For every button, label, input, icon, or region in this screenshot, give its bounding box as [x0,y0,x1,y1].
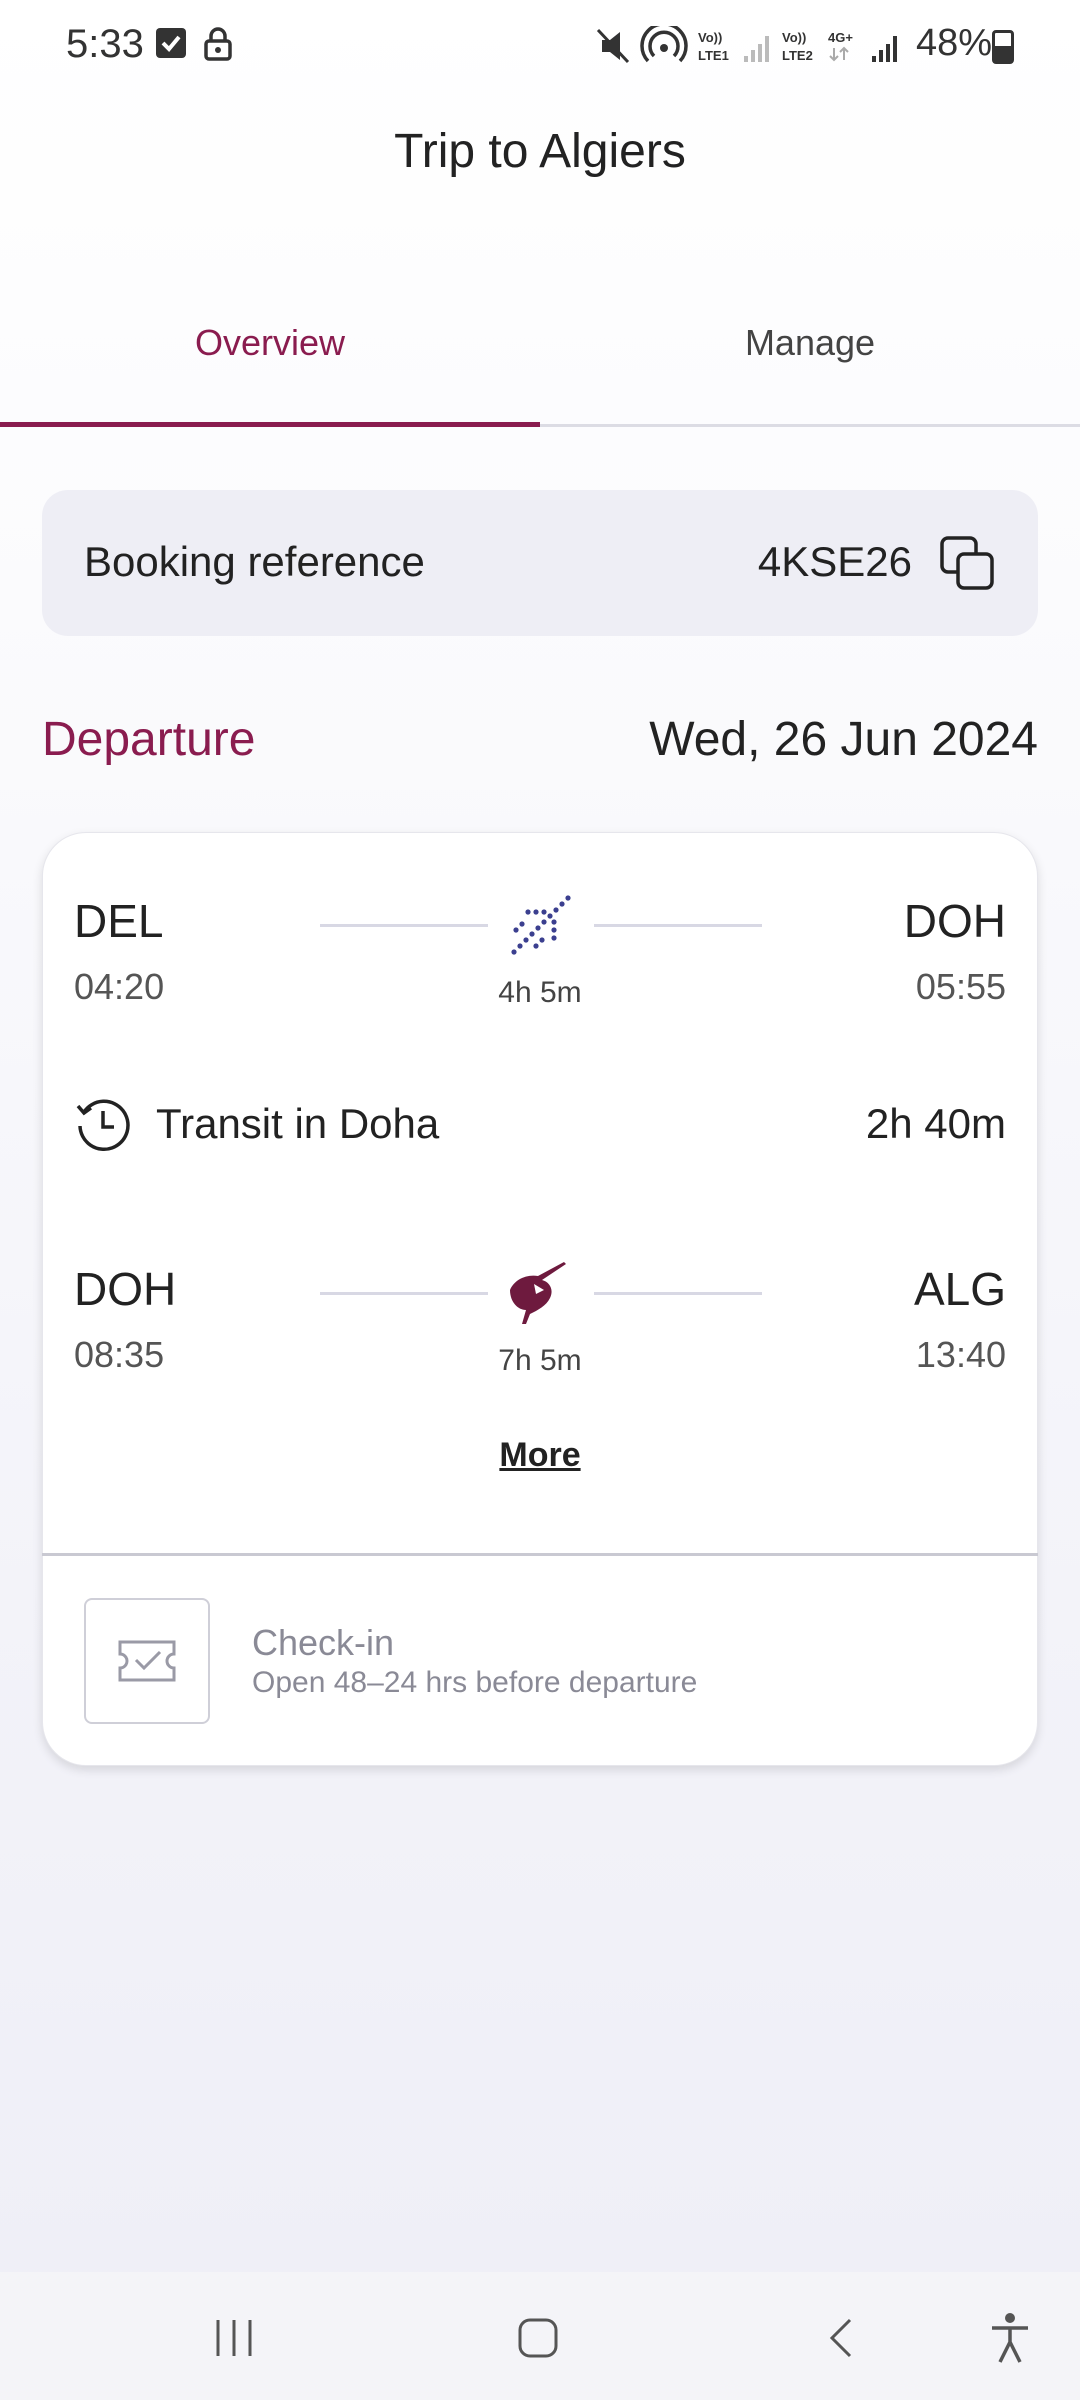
departure-label: Departure [42,713,256,766]
checkin-subtitle: Open 48–24 hrs before departure [252,1666,698,1699]
svg-text:LTE2: LTE2 [782,48,813,63]
ticket-check-icon [118,1640,176,1682]
checkin-icon-box[interactable] [84,1598,210,1724]
svg-text:4G+: 4G+ [828,30,853,45]
mute-icon [596,28,630,64]
tab-manage[interactable]: Manage [540,322,1080,364]
segment-1-origin: DEL [74,895,164,947]
tab-overview[interactable]: Overview [0,322,540,364]
booking-reference-card: Booking reference 4KSE26 [42,490,1038,636]
status-time: 5:33 [66,22,144,66]
booking-reference-label: Booking reference [84,538,425,585]
departure-date: Wed, 26 Jun 2024 [649,713,1038,766]
status-bar: 5:33 Vo)) LTE1 Vo)) LTE2 4G+ 48% [0,0,1080,90]
signal-icon [744,36,769,62]
hotspot-icon [640,26,688,63]
card-divider [42,1553,1038,1556]
battery-percent: 48% [916,22,993,64]
accessibility-icon[interactable] [988,2312,1032,2364]
plane-icon [511,895,571,955]
segment-1-arrival-time: 05:55 [915,966,1006,1007]
clock-history-icon [76,1099,130,1152]
home-icon[interactable] [516,2316,560,2360]
more-link[interactable]: More [0,1436,1080,1475]
svg-text:LTE1: LTE1 [698,48,729,63]
segment-2-departure-time: 08:35 [74,1334,165,1375]
back-icon[interactable] [820,2316,864,2360]
system-nav-bar [0,2272,1080,2400]
oryx-logo-icon [510,1262,566,1324]
page-title: Trip to Algiers [394,125,686,178]
recent-apps-icon[interactable] [212,2316,256,2360]
transit-label: Transit in Doha [156,1100,440,1147]
tab-active-indicator [0,422,540,427]
segment-2-arrival-time: 13:40 [915,1334,1006,1375]
segment-2-duration: 7h 5m [498,1344,582,1377]
segment-2-destination: ALG [913,1263,1006,1315]
lock-icon [204,27,232,61]
copy-icon[interactable] [938,534,998,594]
transit-duration: 2h 40m [865,1100,1006,1147]
segment-1-departure-time: 04:20 [74,966,165,1007]
segment-2-origin: DOH [74,1263,177,1315]
segment-1-destination: DOH [903,895,1006,947]
checkin-title: Check-in [252,1622,395,1663]
checkbox-icon [156,28,186,58]
segment-1-duration: 4h 5m [498,976,582,1009]
signal-icon [872,36,897,62]
booking-reference-value: 4KSE26 [757,538,912,585]
svg-text:Vo)): Vo)) [698,30,722,45]
svg-text:Vo)): Vo)) [782,30,806,45]
